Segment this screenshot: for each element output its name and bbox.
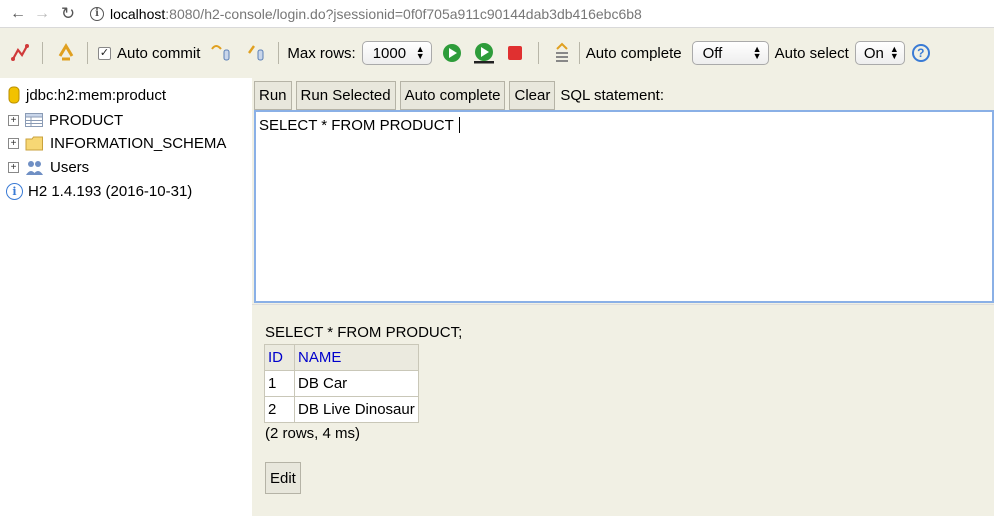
auto-commit-checkbox[interactable]: ✓ [98, 46, 111, 60]
toolbar-separator [87, 42, 88, 64]
table-row: 1 DB Car [264, 370, 419, 397]
tree-item-product[interactable]: + PRODUCT [8, 109, 123, 131]
forward-arrow-icon[interactable]: → [30, 2, 54, 26]
column-header-id[interactable]: ID [264, 344, 295, 371]
table-cell: DB Car [294, 370, 419, 397]
table-icon [25, 113, 43, 127]
max-rows-value: 1000 [372, 44, 407, 62]
help-icon[interactable]: ? [911, 44, 930, 62]
auto-complete-select[interactable]: Off ▲ ▼ [691, 41, 769, 65]
clear-button[interactable]: Clear [509, 80, 556, 110]
auto-select-select[interactable]: On ▲ ▼ [854, 41, 905, 65]
run-button[interactable]: Run [254, 80, 292, 110]
tree-item-information-schema[interactable]: + INFORMATION_SCHEMA [8, 132, 226, 154]
toolbar-separator [42, 42, 43, 64]
tree-item-users[interactable]: + Users [8, 156, 89, 178]
connection-label: jdbc:h2:mem:product [26, 86, 167, 104]
edit-button[interactable]: Edit [265, 462, 301, 494]
history-icon[interactable] [553, 41, 571, 65]
tree-item-label: Users [50, 158, 90, 176]
result-table: ID NAME 1 DB Car 2 DB Live Dinosaur [264, 344, 419, 423]
table-row: 2 DB Live Dinosaur [264, 396, 419, 423]
select-arrows-icon: ▲ ▼ [415, 44, 425, 61]
url-field[interactable]: localhost:8080/h2-console/login.do?jsess… [110, 6, 642, 22]
auto-select-value: On [863, 44, 884, 62]
max-rows-label: Max rows: [287, 44, 356, 62]
site-info-icon[interactable]: i [90, 6, 104, 21]
folder-icon [25, 136, 44, 151]
select-arrows-icon: ▲ ▼ [752, 44, 762, 61]
table-cell: DB Live Dinosaur [294, 396, 419, 423]
result-panel: SELECT * FROM PRODUCT; ID NAME 1 DB Car … [252, 304, 994, 516]
rollback-icon[interactable] [210, 41, 232, 65]
stop-icon[interactable] [506, 41, 524, 65]
result-sql: SELECT * FROM PRODUCT; [265, 324, 463, 341]
run-selected-button[interactable]: Run Selected [295, 80, 396, 110]
version-label: H2 1.4.193 (2016-10-31) [28, 182, 193, 200]
result-info: (2 rows, 4 ms) [265, 425, 361, 442]
column-header-name[interactable]: NAME [294, 344, 419, 371]
disconnect-icon[interactable] [10, 41, 30, 65]
table-header-row: ID NAME [264, 344, 419, 371]
tree-version: i H2 1.4.193 (2016-10-31) [6, 180, 192, 202]
back-arrow-icon[interactable]: ← [6, 2, 30, 26]
query-panel: Run Run Selected Auto complete Clear SQL… [252, 78, 994, 304]
query-button-row: Run Run Selected Auto complete Clear SQL… [254, 80, 664, 110]
table-cell: 1 [264, 370, 295, 397]
max-rows-select[interactable]: 1000 ▲ ▼ [361, 41, 432, 65]
tree-item-label: PRODUCT [49, 111, 124, 129]
auto-select-label: Auto select [774, 44, 849, 62]
auto-complete-label: Auto complete [585, 44, 682, 62]
database-icon [8, 86, 20, 104]
expand-plus-icon[interactable]: + [8, 137, 19, 149]
table-cell: 2 [264, 396, 295, 423]
select-arrows-icon: ▲ ▼ [889, 44, 899, 61]
tree-item-label: INFORMATION_SCHEMA [50, 134, 227, 152]
users-icon [25, 159, 44, 176]
url-path: :8080/h2-console/login.do?jsessionid=0f0… [165, 5, 642, 22]
run-selected-icon[interactable] [472, 41, 496, 65]
browser-address-bar: ← → ↻ i localhost:8080/h2-console/login.… [0, 0, 994, 28]
commit-icon[interactable] [246, 41, 268, 65]
expand-plus-icon[interactable]: + [8, 161, 19, 173]
auto-commit-label: Auto commit [117, 44, 201, 62]
reload-icon[interactable]: ↻ [56, 2, 80, 26]
info-icon: i [6, 182, 23, 200]
refresh-icon[interactable] [55, 41, 77, 65]
toolbar-separator [578, 42, 580, 64]
sql-text: SELECT * FROM PRODUCT [259, 117, 454, 134]
run-icon[interactable] [442, 41, 462, 65]
text-caret [458, 117, 460, 133]
schema-tree: jdbc:h2:mem:product + PRODUCT + INFORMAT… [0, 78, 252, 516]
sql-statement-label: SQL statement: [560, 86, 665, 104]
auto-complete-button[interactable]: Auto complete [399, 80, 506, 110]
toolbar-separator [537, 42, 539, 64]
auto-complete-value: Off [702, 44, 723, 62]
url-host: localhost [110, 5, 166, 22]
tree-connection[interactable]: jdbc:h2:mem:product [8, 84, 166, 106]
sql-editor[interactable]: SELECT * FROM PRODUCT [254, 110, 994, 303]
toolbar-separator [278, 42, 280, 64]
expand-plus-icon[interactable]: + [8, 114, 19, 126]
h2-toolbar: ✓ Auto commit Max rows: 1000 ▲ ▼ Auto com… [0, 28, 994, 78]
